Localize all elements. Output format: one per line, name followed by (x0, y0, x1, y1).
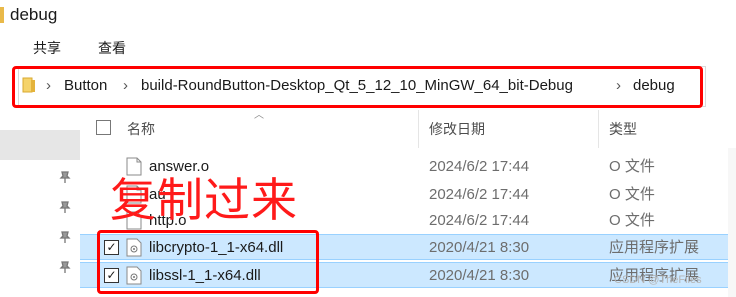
file-date: 2020/4/21 8:30 (429, 267, 530, 284)
tab-view[interactable]: 查看 (98, 39, 126, 57)
window-title: debug (10, 5, 58, 24)
file-date: 2020/4/21 8:30 (429, 239, 530, 256)
column-header-type[interactable]: 类型 (609, 120, 637, 138)
tab-share[interactable]: 共享 (33, 39, 61, 57)
pin-icon[interactable] (58, 200, 72, 214)
sort-up-icon: ︿ (254, 110, 264, 121)
column-divider[interactable] (418, 110, 419, 148)
file-date: 2024/6/2 17:44 (429, 186, 530, 203)
column-header-date[interactable]: 修改日期 (429, 120, 485, 138)
file-date: 2024/6/2 17:44 (429, 158, 530, 175)
column-header-name[interactable]: 名称 (127, 120, 155, 138)
pin-icon[interactable] (58, 170, 72, 184)
title-bar: debug (0, 0, 736, 30)
file-type: O 文件 (609, 212, 655, 229)
scrollbar[interactable] (728, 148, 736, 297)
folder-icon (0, 7, 4, 23)
file-type: 应用程序扩展 (609, 239, 700, 256)
column-header-row (80, 110, 736, 148)
pin-icon[interactable] (58, 260, 72, 274)
ribbon: 共享 查看 (0, 36, 736, 60)
address-highlight-box (12, 66, 703, 108)
column-divider[interactable] (598, 110, 599, 148)
watermark: CSDN @TheFiles (614, 274, 702, 286)
file-type: O 文件 (609, 158, 655, 175)
annotation-text: 复制过来 (110, 173, 298, 227)
file-type: O 文件 (609, 186, 655, 203)
file-date: 2024/6/2 17:44 (429, 212, 530, 229)
nav-item-selected[interactable] (0, 130, 80, 160)
select-all-checkbox[interactable] (96, 120, 111, 135)
dll-highlight-box (97, 230, 319, 294)
pin-icon[interactable] (58, 230, 72, 244)
